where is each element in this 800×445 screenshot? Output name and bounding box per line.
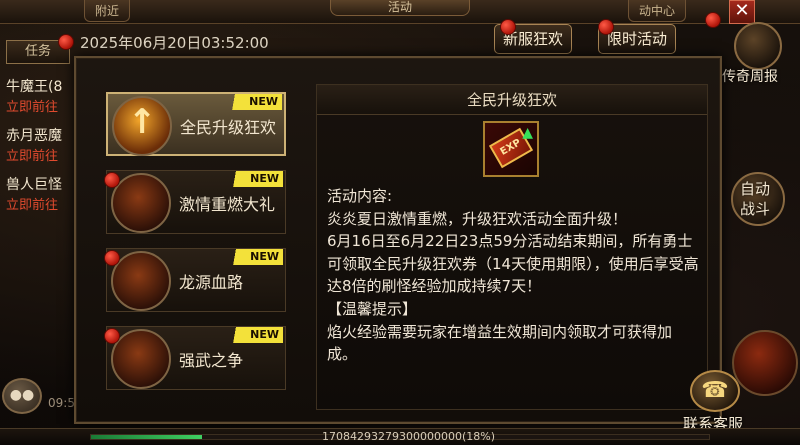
top-bar: 附近 活动 动中心 xyxy=(0,0,800,24)
timestamp: 2025年06月20日03:52:00 xyxy=(80,34,269,52)
activity-menu: 全民升级狂欢 NEW 激情重燃大礼 NEW 龙源血路 NEW 强武之争 NEW xyxy=(98,84,298,410)
new-badge: NEW xyxy=(224,94,282,110)
quest-item[interactable]: 赤月恶魔 立即前往 xyxy=(6,125,76,164)
new-badge: NEW xyxy=(225,249,283,265)
quest-name: 兽人巨怪 xyxy=(6,177,62,193)
menu-item-strong-martial[interactable]: 强武之争 NEW xyxy=(106,326,286,390)
dragon-icon xyxy=(111,251,171,311)
warriors-icon xyxy=(111,173,171,233)
content-title: 全民升级狂欢 xyxy=(317,85,707,115)
notification-dot xyxy=(500,19,516,35)
tab-nearby[interactable]: 附近 xyxy=(84,0,131,22)
exp-progress-text: 17084293279300000000(18%) xyxy=(322,430,496,443)
green-up-arrow-icon: ▲ xyxy=(522,125,533,141)
tab-activity: 活动 xyxy=(330,0,470,16)
tab-activity-center[interactable]: 动中心 xyxy=(628,0,687,22)
small-time: 09:5 xyxy=(48,396,75,410)
menu-item-passion-gift[interactable]: 激情重燃大礼 NEW xyxy=(106,170,286,234)
quest-name: 赤月恶魔 xyxy=(6,128,62,144)
quest-list: 牛魔王(8 立即前往 赤月恶魔 立即前往 兽人巨怪 立即前往 xyxy=(6,76,76,223)
quest-go-link[interactable]: 立即前往 xyxy=(6,145,76,164)
new-badge: NEW xyxy=(225,327,283,343)
notification-dot xyxy=(598,19,614,35)
menu-item-label: 强武之争 xyxy=(179,351,244,370)
exp-ticket-icon[interactable]: EXP ▲ xyxy=(483,121,539,177)
notification-dot xyxy=(104,328,120,344)
new-badge: NEW xyxy=(225,171,283,187)
close-button[interactable]: ✕ xyxy=(729,0,755,24)
activity-content-panel: 全民升级狂欢 EXP ▲ 活动内容: 炎炎夏日激情重燃，升级狂欢活动全面升级！ … xyxy=(316,84,708,410)
menu-item-upgrade-carnival[interactable]: 全民升级狂欢 NEW xyxy=(106,92,286,156)
activity-description: 活动内容: 炎炎夏日激情重燃，升级狂欢活动全面升级！ 6月16日至6月22日23… xyxy=(327,187,699,364)
weekly-report-icon[interactable] xyxy=(734,22,782,70)
menu-item-dragon-blood-road[interactable]: 龙源血路 NEW xyxy=(106,248,286,312)
fire-dragon-icon xyxy=(111,329,171,389)
menu-item-label: 激情重燃大礼 xyxy=(179,195,276,214)
close-icon: ✕ xyxy=(734,0,750,21)
chat-bubble-icon[interactable]: ●● xyxy=(2,378,42,414)
exp-progress-fill xyxy=(91,435,203,439)
notification-dot xyxy=(58,34,74,50)
attack-skill-icon[interactable] xyxy=(732,330,798,396)
quest-go-link[interactable]: 立即前往 xyxy=(6,194,76,213)
upgrade-arrow-icon xyxy=(112,96,172,156)
notification-dot xyxy=(705,12,721,28)
auto-battle-label-2: 战斗 xyxy=(740,200,771,218)
quest-item[interactable]: 牛魔王(8 立即前往 xyxy=(6,76,76,115)
quest-name: 牛魔王(8 xyxy=(6,79,63,95)
menu-item-label: 龙源血路 xyxy=(179,273,244,292)
customer-service-icon[interactable] xyxy=(690,370,740,412)
quest-go-link[interactable]: 立即前往 xyxy=(6,96,76,115)
notification-dot xyxy=(104,172,120,188)
auto-battle-label-1: 自动 xyxy=(740,180,771,198)
weekly-report-label: 传奇周报 xyxy=(722,69,778,85)
quest-item[interactable]: 兽人巨怪 立即前往 xyxy=(6,174,76,213)
menu-item-label: 全民升级狂欢 xyxy=(180,118,277,137)
notification-dot xyxy=(104,250,120,266)
